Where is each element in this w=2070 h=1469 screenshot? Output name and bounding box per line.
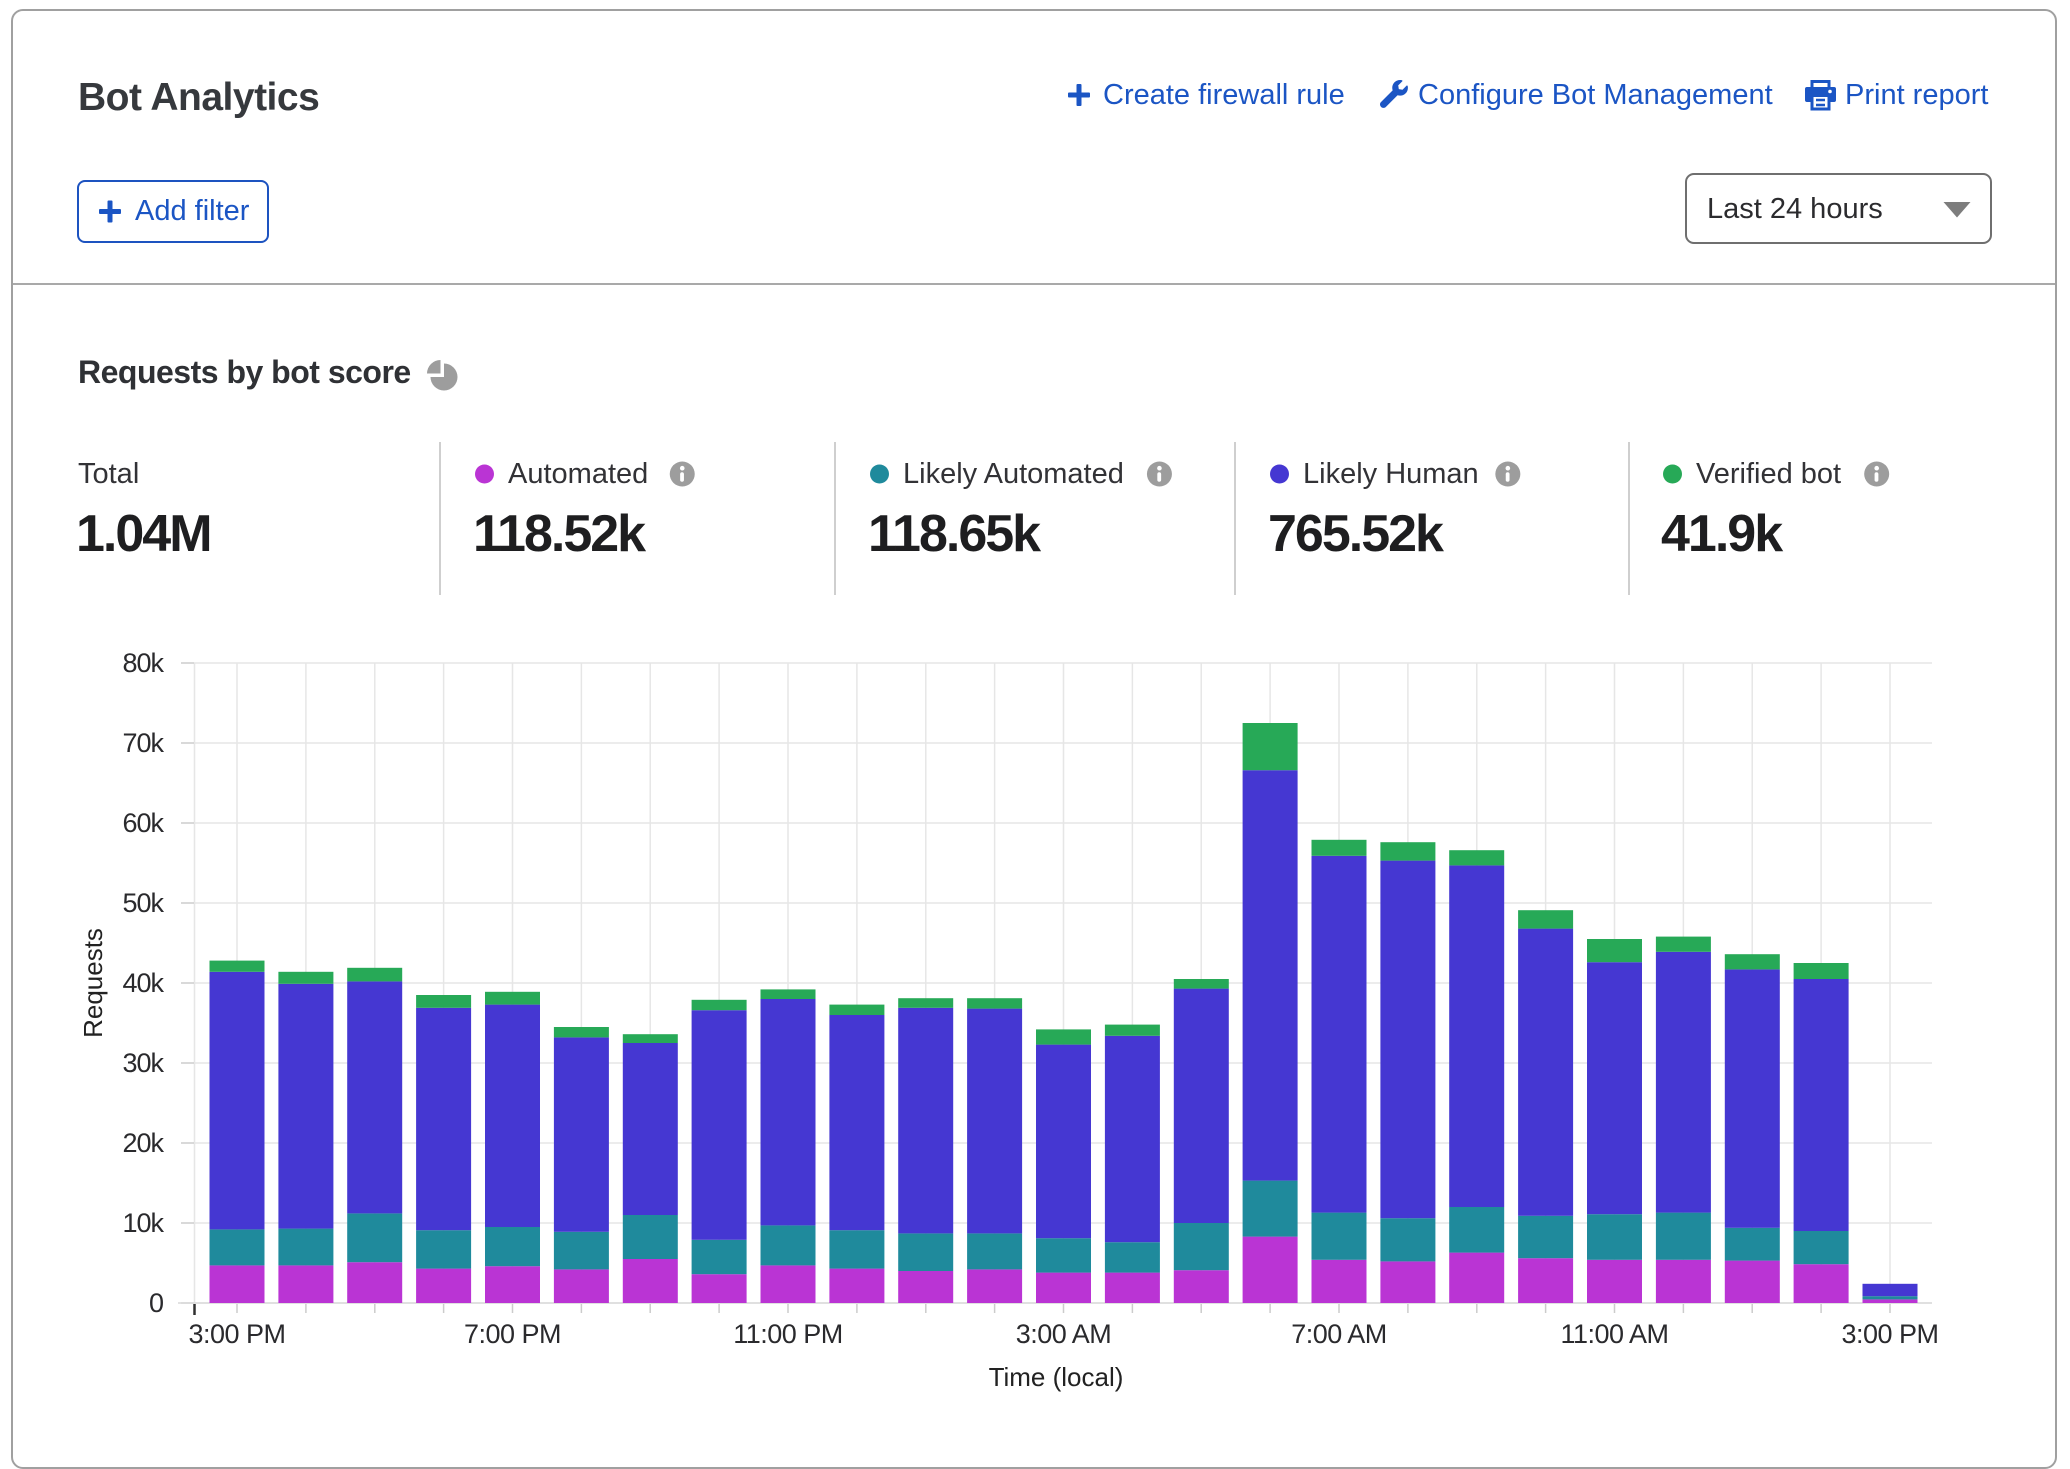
svg-text:41.9k: 41.9k xyxy=(1661,505,1783,563)
svg-text:Automated: Automated xyxy=(508,458,648,490)
svg-text:30k: 30k xyxy=(122,1048,164,1078)
svg-text:Total: Total xyxy=(78,458,139,490)
svg-text:Requests by bot score: Requests by bot score xyxy=(78,354,411,390)
svg-text:Requests: Requests xyxy=(78,928,108,1038)
svg-text:118.52k: 118.52k xyxy=(473,505,646,563)
svg-text:Likely Human: Likely Human xyxy=(1303,458,1479,490)
svg-text:0: 0 xyxy=(149,1288,163,1318)
svg-text:40k: 40k xyxy=(122,968,164,998)
svg-text:Time (local): Time (local) xyxy=(989,1362,1124,1392)
svg-text:118.65k: 118.65k xyxy=(868,505,1041,563)
svg-text:60k: 60k xyxy=(122,808,164,838)
svg-text:3:00 PM: 3:00 PM xyxy=(188,1319,285,1349)
svg-text:1.04M: 1.04M xyxy=(76,505,211,563)
svg-text:765.52k: 765.52k xyxy=(1268,505,1444,563)
svg-text:10k: 10k xyxy=(122,1208,164,1238)
svg-text:Likely Automated: Likely Automated xyxy=(903,458,1124,490)
svg-text:3:00 AM: 3:00 AM xyxy=(1016,1319,1112,1349)
svg-text:70k: 70k xyxy=(122,728,164,758)
svg-text:11:00 AM: 11:00 AM xyxy=(1560,1319,1668,1349)
svg-text:3:00 PM: 3:00 PM xyxy=(1841,1319,1938,1349)
svg-text:50k: 50k xyxy=(122,888,164,918)
svg-text:7:00 AM: 7:00 AM xyxy=(1291,1319,1387,1349)
svg-text:20k: 20k xyxy=(122,1128,164,1158)
svg-text:Verified bot: Verified bot xyxy=(1696,458,1841,490)
svg-text:11:00 PM: 11:00 PM xyxy=(733,1319,843,1349)
svg-text:80k: 80k xyxy=(122,648,164,678)
svg-text:7:00 PM: 7:00 PM xyxy=(464,1319,561,1349)
